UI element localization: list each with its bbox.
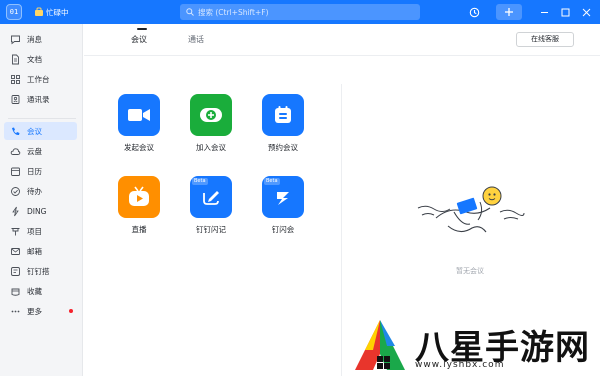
sidebar-item-label: 钉钉搭 — [27, 266, 50, 276]
sidebar-item-meeting[interactable]: 会议 — [4, 122, 77, 140]
sidebar-item-contacts[interactable]: 通讯录 — [4, 90, 77, 108]
busy-icon — [35, 7, 43, 16]
sidebar-item-calendar[interactable]: 日历 — [4, 162, 77, 180]
active-tab-indicator — [137, 28, 147, 30]
sidebar-item-label: 云盘 — [27, 146, 42, 156]
live-stream-icon-box — [118, 176, 160, 218]
ding-icon — [12, 206, 19, 216]
sidebar-item-workbench[interactable]: 工作台 — [4, 70, 77, 88]
sidebar-item-more[interactable]: 更多 — [4, 302, 77, 320]
beta-badge: Beta — [264, 178, 280, 185]
schedule-meeting-icon-box — [262, 94, 304, 136]
message-icon — [11, 35, 20, 44]
sidebar-item-todo[interactable]: 待办 — [4, 182, 77, 200]
status-text: 忙碌中 — [46, 7, 69, 17]
search-placeholder: 搜索 (Ctrl+Shift+F) — [198, 7, 269, 17]
join-meeting-icon-box — [190, 94, 232, 136]
builder-icon — [11, 266, 20, 276]
sidebar-item-label: 收藏 — [27, 286, 42, 296]
document-icon — [12, 54, 19, 64]
sidebar-item-label: 待办 — [27, 186, 42, 196]
flash-meeting-tile[interactable]: Beta 钉闪会 — [253, 176, 313, 235]
start-meeting-icon-box — [118, 94, 160, 136]
maximize-icon — [561, 8, 569, 16]
sidebar-item-label: 消息 — [27, 34, 42, 44]
close-button[interactable] — [580, 4, 592, 20]
sidebar-item-documents[interactable]: 文档 — [4, 50, 77, 68]
tab-calls[interactable]: 通话 — [188, 34, 204, 45]
sidebar-item-ding[interactable]: DING — [4, 202, 77, 220]
phone-icon — [12, 127, 20, 135]
live-tv-icon — [129, 186, 149, 206]
sidebar-item-label: 更多 — [27, 306, 42, 316]
search-input[interactable]: 搜索 (Ctrl+Shift+F) — [180, 4, 420, 20]
flash-meeting-icon-box: Beta — [262, 176, 304, 218]
sidebar-item-label: 日历 — [27, 166, 42, 176]
beta-badge: Beta — [192, 178, 208, 185]
flash-note-tile[interactable]: Beta 钉钉闪记 — [181, 176, 241, 235]
sidebar-item-label: DING — [27, 206, 47, 216]
schedule-calendar-icon — [275, 106, 291, 123]
maximize-button[interactable] — [559, 4, 571, 20]
user-avatar[interactable]: 01 — [6, 4, 22, 20]
sidebar: 消息 文档 工作台 通讯录 会议 云盘 日历 待办 DING 项目 邮箱 钉钉搭… — [0, 24, 83, 376]
sidebar-item-label: 会议 — [27, 126, 42, 136]
flash-meeting-icon — [277, 192, 289, 205]
history-icon — [469, 7, 479, 17]
calendar-icon — [11, 167, 20, 176]
search-icon — [186, 8, 194, 16]
join-plus-icon — [200, 108, 222, 122]
sidebar-item-label: 通讯录 — [27, 94, 50, 104]
sidebar-item-mail[interactable]: 邮箱 — [4, 242, 77, 260]
sidebar-item-messages[interactable]: 消息 — [4, 30, 77, 48]
todo-icon — [11, 186, 20, 196]
sidebar-item-label: 工作台 — [27, 74, 50, 84]
title-bar: 01 忙碌中 搜索 (Ctrl+Shift+F) — [0, 0, 600, 24]
cloud-icon — [10, 147, 21, 155]
start-meeting-tile[interactable]: 发起会议 — [109, 94, 169, 153]
status-indicator[interactable]: 忙碌中 — [34, 6, 69, 18]
workbench-icon — [11, 74, 20, 84]
sidebar-item-label: 项目 — [27, 226, 42, 236]
app-label: 发起会议 — [124, 143, 154, 152]
live-stream-tile[interactable]: 直播 — [109, 176, 169, 235]
app-label: 钉钉闪记 — [196, 225, 226, 234]
schedule-meeting-tile[interactable]: 预约会议 — [253, 94, 313, 153]
sidebar-item-favorites[interactable]: 收藏 — [4, 282, 77, 300]
panel-divider — [341, 84, 342, 376]
sidebar-item-project[interactable]: 项目 — [4, 222, 77, 240]
mail-icon — [11, 247, 20, 255]
sidebar-divider — [8, 118, 76, 119]
watermark-url: www.lyshbx.com — [415, 360, 505, 370]
favorite-icon — [11, 288, 20, 296]
watermark: 八星手游网 www.lyshbx.com — [345, 316, 600, 376]
empty-state-illustration — [417, 186, 525, 233]
flash-note-icon — [203, 191, 219, 205]
plus-icon — [505, 8, 513, 16]
app-label: 直播 — [131, 225, 147, 234]
project-icon — [11, 227, 20, 235]
app-label: 钉闪会 — [271, 225, 295, 234]
online-service-button[interactable]: 在线客服 — [516, 32, 574, 47]
sidebar-item-label: 文档 — [27, 54, 42, 64]
history-button[interactable] — [466, 4, 482, 20]
close-icon — [582, 8, 590, 16]
app-label: 加入会议 — [196, 143, 226, 152]
video-camera-icon — [128, 109, 150, 121]
minimize-icon — [540, 11, 548, 13]
contacts-icon — [11, 94, 20, 104]
flash-note-icon-box: Beta — [190, 176, 232, 218]
sidebar-item-cloud-drive[interactable]: 云盘 — [4, 142, 77, 160]
more-icon — [11, 310, 20, 312]
empty-state-text: 暂无会议 — [456, 267, 484, 275]
sidebar-item-label: 邮箱 — [27, 246, 42, 256]
join-meeting-tile[interactable]: 加入会议 — [181, 94, 241, 153]
notification-dot — [69, 309, 73, 313]
minimize-button[interactable] — [538, 4, 550, 20]
watermark-logo — [355, 320, 405, 370]
app-label: 预约会议 — [268, 143, 298, 152]
add-button[interactable] — [496, 4, 522, 20]
tab-meeting[interactable]: 会议 — [131, 34, 147, 45]
sidebar-item-builder[interactable]: 钉钉搭 — [4, 262, 77, 280]
